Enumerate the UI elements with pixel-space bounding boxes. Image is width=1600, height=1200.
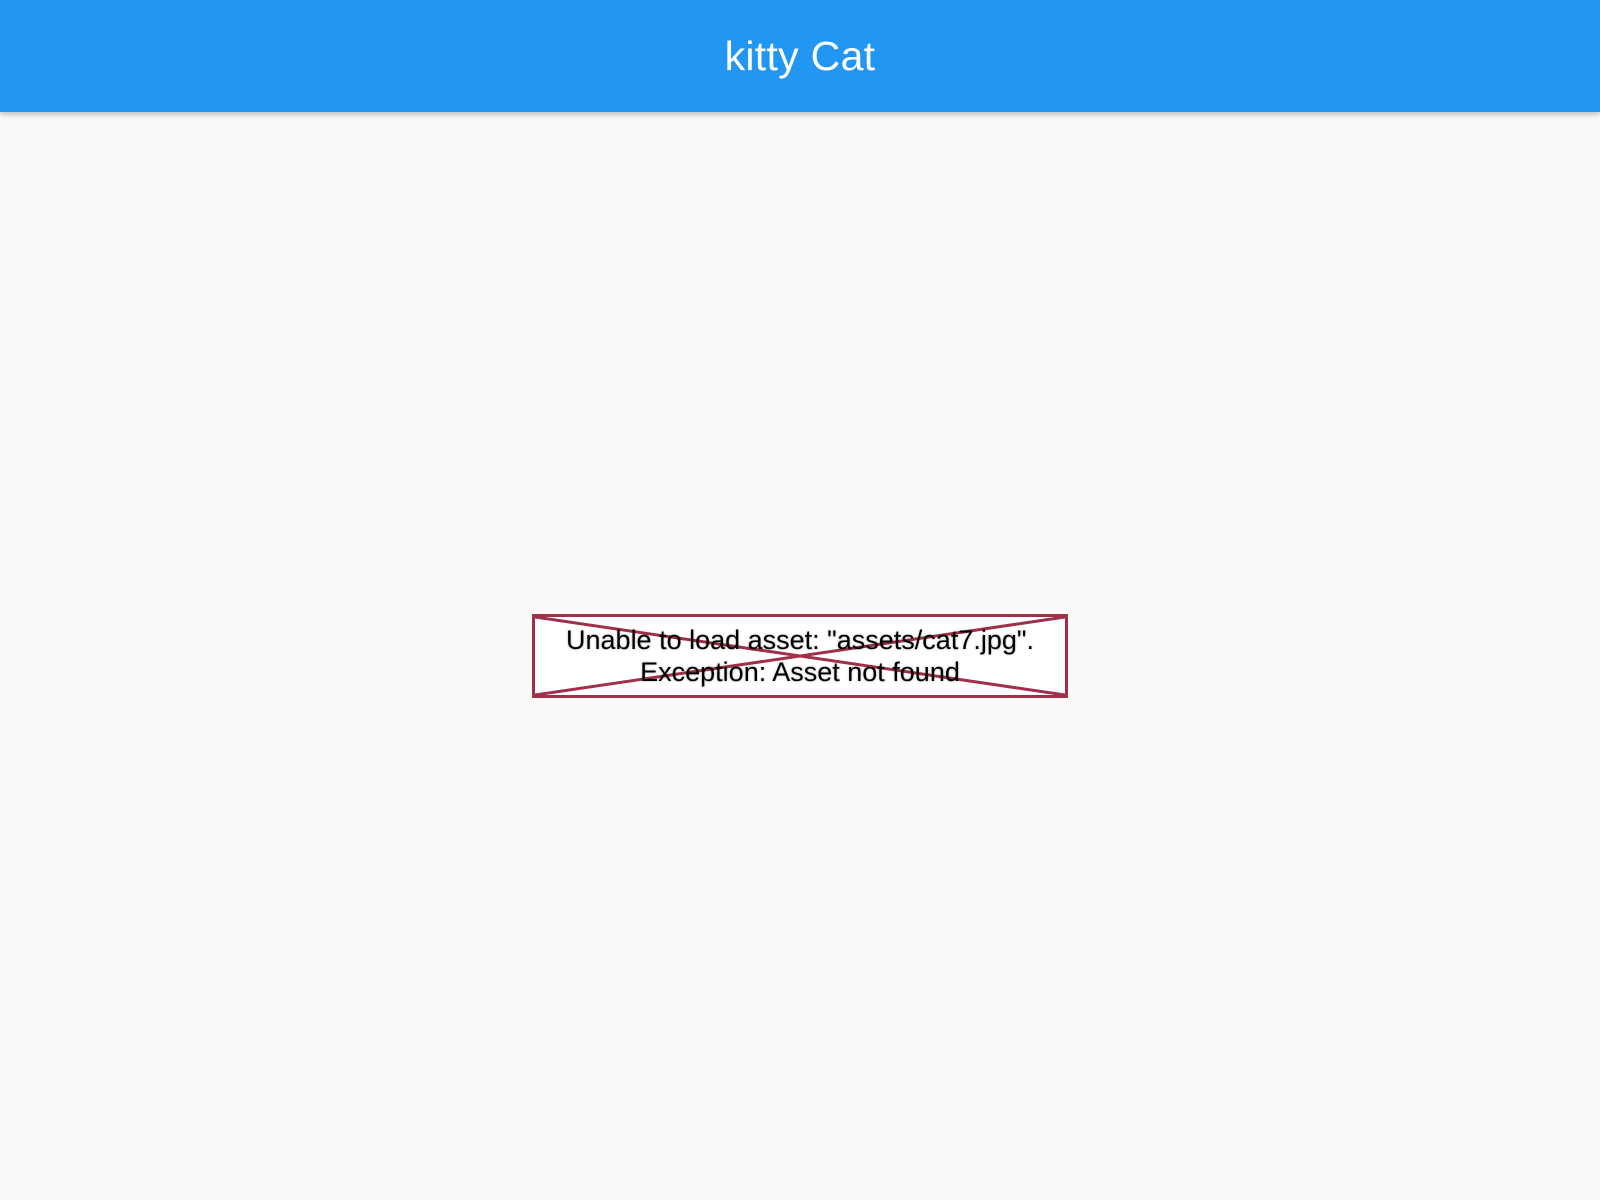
error-message-line-2: Exception: Asset not found (640, 657, 960, 687)
error-message-line-1: Unable to load asset: "assets/cat7.jpg". (566, 625, 1034, 655)
asset-error-placeholder: Unable to load asset: "assets/cat7.jpg".… (532, 614, 1068, 698)
app-bar: kitty Cat (0, 0, 1600, 112)
app-title: kitty Cat (724, 32, 876, 79)
error-message: Unable to load asset: "assets/cat7.jpg".… (535, 617, 1065, 695)
